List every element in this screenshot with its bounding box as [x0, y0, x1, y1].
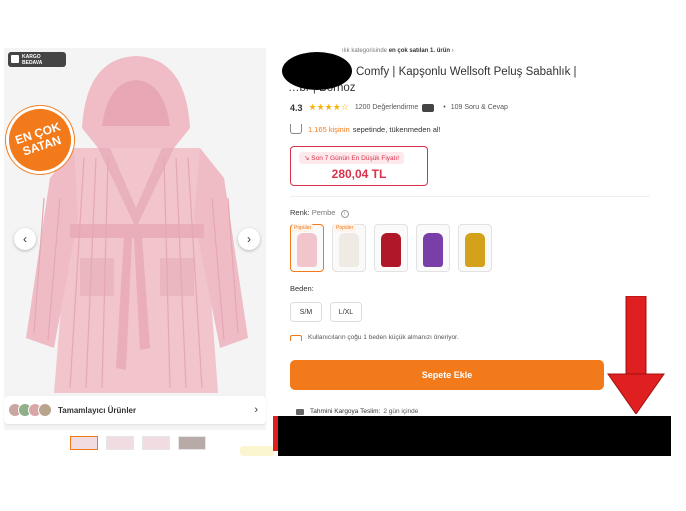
color-swatch-yellow[interactable]: [458, 224, 492, 272]
category-rank-bold: en çok satılan 1. ürün: [388, 48, 451, 54]
category-rank-prefix: ılık kategorisinde: [342, 48, 389, 54]
shipping-label: Tahmini Kargoya Teslim:: [310, 408, 381, 415]
size-option-sm[interactable]: S/M: [290, 302, 322, 322]
product-page: KARGO BEDAVA EN ÇOK SATAN ‹ › Tamamlayıc…: [0, 0, 686, 511]
rating-row: 4.3 ★★★★☆ 1200 Değerlendirme • 109 Soru …: [290, 102, 508, 113]
gallery-prev-button[interactable]: ‹: [14, 228, 36, 250]
cart-text: sepetinde, tükenmeden al!: [352, 124, 441, 134]
cart-count: 1.165 kişinin: [308, 124, 350, 134]
highlight-smear: [240, 446, 274, 456]
swatch-image: [297, 233, 317, 267]
product-gallery[interactable]: KARGO BEDAVA EN ÇOK SATAN ‹ ›: [4, 48, 266, 430]
price-box: ↘ Son 7 Günün En Düşük Fiyatı! 280,04 TL: [290, 146, 428, 186]
price: 280,04 TL: [331, 167, 387, 181]
color-swatches: Popüler Popüler: [290, 224, 492, 272]
down-arrow-icon: [607, 296, 665, 414]
thumbnail-3[interactable]: [142, 436, 170, 450]
box-icon: [11, 55, 19, 63]
complementary-label: Tamamlayıcı Ürünler: [58, 405, 137, 415]
free-shipping-label: KARGO BEDAVA: [22, 54, 43, 66]
free-shipping-badge: KARGO BEDAVA: [8, 52, 66, 67]
size-recommendation-text: Kullanıcıların çoğu 1 beden küçük almanı…: [308, 334, 459, 341]
truck-icon: [296, 408, 304, 415]
color-swatch-red[interactable]: [374, 224, 408, 272]
lowest-price-note: ↘ Son 7 Günün En Düşük Fiyatı!: [299, 152, 405, 164]
cart-popularity: 1.165 kişinin sepetinde, tükenmeden al!: [290, 124, 441, 134]
divider: [290, 196, 650, 197]
thumbnail-1[interactable]: [70, 436, 98, 450]
swatch-image: [381, 233, 401, 267]
popular-tag: Popüler: [334, 224, 356, 232]
rating-value: 4.3: [290, 102, 303, 113]
complementary-thumbnails: [8, 403, 52, 417]
info-icon[interactable]: i: [340, 210, 349, 218]
reviews-link[interactable]: 1200 Değerlendirme: [355, 104, 418, 111]
shipping-estimate: Tahmini Kargoya Teslim: 2 gün içinde: [296, 408, 418, 415]
thumbnail-4[interactable]: [178, 436, 206, 450]
category-rank-suffix: ›: [450, 48, 454, 54]
swatch-image: [339, 233, 359, 267]
color-swatch-purple[interactable]: [416, 224, 450, 272]
chevron-right-icon: ›: [247, 232, 251, 246]
size-recommendation: Kullanıcıların çoğu 1 beden küçük almanı…: [290, 334, 459, 341]
swatch-image: [465, 233, 485, 267]
shipping-days: 2 gün içinde: [383, 408, 419, 415]
hanger-icon: [290, 334, 302, 341]
complementary-thumb: [38, 403, 52, 417]
color-swatch-cream[interactable]: Popüler: [332, 224, 366, 272]
size-label: Beden:: [290, 284, 314, 293]
qa-link[interactable]: 109 Soru & Cevap: [451, 104, 508, 111]
color-label-text: Renk:: [290, 208, 310, 217]
star-rating-icon: ★★★★☆: [308, 102, 349, 112]
swatch-image: [423, 233, 443, 267]
complementary-products-button[interactable]: Tamamlayıcı Ürünler ›: [4, 396, 266, 424]
separator-dot: •: [443, 104, 446, 111]
red-marker: [273, 416, 278, 451]
add-to-cart-button[interactable]: Sepete Ekle: [290, 360, 604, 390]
color-label: Renk: Pembe i: [290, 208, 349, 218]
lowest-price-note-text: Son 7 Günün En Düşük Fiyatı!: [311, 155, 400, 162]
selected-color: Pembe: [311, 208, 336, 217]
camera-icon: [422, 103, 435, 112]
chevron-left-icon: ‹: [23, 232, 27, 246]
redacted-brand: [282, 52, 352, 90]
color-swatch-pink[interactable]: Popüler: [290, 224, 324, 272]
gallery-next-button[interactable]: ›: [238, 228, 260, 250]
size-options: S/M L/XL: [290, 302, 362, 322]
popular-tag: Popüler: [292, 224, 314, 232]
thumbnail-strip: [70, 436, 206, 450]
chevron-right-icon: ›: [254, 404, 258, 416]
cart-icon: [290, 124, 302, 134]
category-rank[interactable]: ılık kategorisinde en çok satılan 1. ürü…: [342, 48, 454, 54]
redaction-bar: [278, 416, 671, 456]
size-option-lxl[interactable]: L/XL: [330, 302, 362, 322]
thumbnail-2[interactable]: [106, 436, 134, 450]
